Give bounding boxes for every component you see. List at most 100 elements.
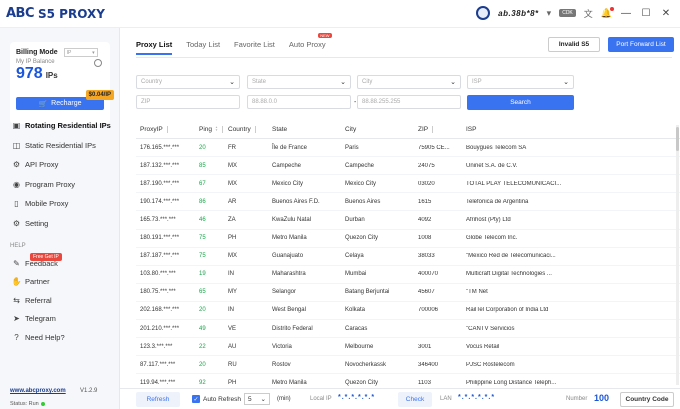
cell-ping: 65: [199, 289, 206, 296]
feedback-icon: ✎: [13, 258, 20, 268]
table-row[interactable]: 87.117.***.*** 20 RU Rostov Novocherkassk 346…: [136, 356, 680, 375]
cell-state: Metro Manila: [272, 235, 307, 242]
billing-mode-select[interactable]: IP ▾: [63, 48, 98, 57]
cell-state: Rostov: [272, 361, 291, 368]
tab-favorite-list[interactable]: Favorite List: [234, 40, 275, 55]
table-row[interactable]: 165.73.***.*** 46 ZA KwaZulu Natal Durban 409…: [136, 211, 680, 230]
col-ping[interactable]: Ping ▲ ▼: [199, 125, 228, 134]
country-placeholder: Country: [141, 79, 163, 85]
chevron-down-icon[interactable]: ▾: [547, 8, 552, 19]
table-row[interactable]: 187.187.***.*** 75 MX Guanajuato Celaya 38033…: [136, 248, 680, 266]
table-row[interactable]: 187.190.***.*** 67 MX Mexico City Mexico Cit…: [136, 175, 680, 194]
ip-to-input[interactable]: 88.88.255.255: [357, 95, 461, 109]
column-label: Ping: [199, 126, 213, 134]
cell-city: Buenos Aires: [345, 198, 381, 205]
status-text: Status: Run: [10, 401, 39, 407]
interval-select[interactable]: 5 ⌄: [244, 393, 270, 405]
close-icon[interactable]: ✕: [660, 8, 672, 19]
sidebar-item-static-residential[interactable]: ◫ Static Residential IPs: [0, 136, 120, 156]
sidebar-item-setting[interactable]: ⚙ Setting: [0, 214, 120, 234]
table-row[interactable]: 123.3.***.*** 22 AU Victoria Melbourne 3001 Vo…: [136, 338, 680, 357]
col-country[interactable]: Country: [228, 125, 272, 133]
col-zip[interactable]: ZIP: [418, 125, 462, 133]
table-row[interactable]: 187.132.***.*** 85 MX Campeche Campeche 24075…: [136, 157, 680, 176]
table-scrollbar[interactable]: [676, 125, 679, 385]
lan-value: *.*.*.*.*.*: [458, 394, 496, 401]
tab-today-list[interactable]: Today List: [186, 40, 220, 55]
sort-icon[interactable]: ▲ ▼: [215, 126, 218, 132]
table-row[interactable]: 180.191.***.*** 75 PH Metro Manila Quezon Ci…: [136, 230, 680, 248]
sidebar-item-partner[interactable]: ✋ Partner: [0, 273, 120, 292]
sidebar-item-api-proxy[interactable]: ⚙ API Proxy: [0, 155, 120, 175]
billing-mode-label: Billing Mode: [16, 49, 58, 56]
city-select[interactable]: City ⌄: [357, 75, 461, 89]
interval-value: 5: [248, 395, 252, 403]
invalid-s5-button[interactable]: Invalid S5: [548, 37, 600, 52]
city-placeholder: City: [362, 79, 373, 85]
bell-icon[interactable]: 🔔: [601, 6, 614, 19]
cell-country: AU: [228, 343, 237, 350]
number-label: Number: [566, 396, 588, 402]
zip-input[interactable]: ZIP: [136, 95, 240, 109]
country-code-button[interactable]: Country Code: [620, 392, 674, 407]
site-link[interactable]: www.abcproxy.com: [10, 388, 66, 394]
isp-placeholder: ISP: [472, 79, 482, 85]
username[interactable]: ab.38b*8*: [498, 9, 539, 18]
col-state[interactable]: State: [272, 126, 345, 133]
local-ip-label: Local IP: [310, 396, 332, 402]
language-icon[interactable]: 文: [584, 7, 593, 20]
minimize-icon[interactable]: —: [620, 8, 632, 19]
col-proxyip[interactable]: ProxyIP: [136, 125, 199, 133]
table-row[interactable]: 176.165.***.*** 20 FR Île de France Paris 759…: [136, 139, 680, 158]
cell-isp: "CANTV Servicios: [466, 325, 515, 332]
checkbox-checked-icon[interactable]: ✓: [192, 395, 200, 403]
cell-state: Buenos Aires F.D.: [272, 198, 320, 205]
sidebar-item-label: API Proxy: [25, 160, 59, 170]
avatar[interactable]: [476, 6, 491, 20]
col-isp[interactable]: ISP: [462, 126, 566, 133]
cell-isp: Telefonica de Argentina: [466, 198, 529, 205]
maximize-icon[interactable]: ☐: [640, 8, 652, 19]
isp-select[interactable]: ISP ⌄: [467, 75, 574, 89]
tab-divider: [136, 57, 672, 58]
cell-ping: 20: [199, 361, 206, 368]
column-divider: [166, 125, 168, 133]
sidebar-item-program-proxy[interactable]: ◉ Program Proxy: [0, 175, 120, 195]
table-row[interactable]: 190.174.***.*** 86 AR Buenos Aires F.D. Buen…: [136, 193, 680, 212]
port-forward-list-button[interactable]: Port Forward List: [608, 37, 674, 52]
tab-proxy-list[interactable]: Proxy List: [136, 40, 173, 55]
table-row[interactable]: 202.168.***.*** 20 IN West Bengal Kolkata 700…: [136, 302, 680, 321]
check-button[interactable]: Check: [398, 392, 432, 407]
auto-refresh-toggle[interactable]: ✓ Auto Refresh: [192, 395, 241, 403]
sidebar-item-need-help[interactable]: ? Need Help?: [0, 328, 120, 347]
search-button[interactable]: Search: [467, 95, 574, 110]
zip-placeholder: ZIP: [141, 99, 151, 105]
cell-zip: 24075: [418, 162, 435, 169]
refresh-icon[interactable]: [94, 59, 102, 67]
refresh-button[interactable]: Refresh: [136, 392, 180, 407]
mobile-icon: ▯: [14, 199, 19, 209]
chevron-down-icon: ⌄: [229, 79, 235, 86]
ip-from-input[interactable]: 88.88.0.0: [247, 95, 351, 109]
sidebar-item-mobile-proxy[interactable]: ▯ Mobile Proxy: [0, 194, 120, 214]
table-row[interactable]: 180.75.***.*** 65 MY Selangor Batang Berjunt…: [136, 284, 680, 302]
country-select[interactable]: Country ⌄: [136, 75, 240, 89]
sidebar-item-telegram[interactable]: ➤ Telegram: [0, 310, 120, 329]
cell-city: Quezon City: [345, 379, 379, 386]
sidebar-item-rotating-residential[interactable]: ▣ Rotating Residential IPs: [0, 116, 120, 136]
table-row[interactable]: 201.210.***.*** 49 VE Distrito Federal Carac…: [136, 320, 680, 339]
free-get-ip-badge[interactable]: Free Get IP: [30, 253, 62, 261]
state-select[interactable]: State ⌄: [247, 75, 351, 89]
billing-mode-value: IP: [66, 49, 72, 56]
help-icon: ?: [14, 332, 19, 342]
cell-zip: 03020: [418, 180, 435, 187]
sidebar-item-referral[interactable]: ⇆ Referral: [0, 291, 120, 310]
referral-icon: ⇆: [13, 295, 20, 305]
cdk-badge[interactable]: CDK: [559, 9, 576, 17]
table-row[interactable]: 103.80.***.*** 19 IN Maharashtra Mumbai 40007…: [136, 266, 680, 284]
billing-card: Billing Mode IP ▾ My IP Balance 978 IPs …: [10, 42, 114, 124]
col-city[interactable]: City: [345, 126, 418, 133]
tab-auto-proxy[interactable]: Auto Proxy NEW: [289, 33, 332, 55]
cell-ping: 67: [199, 180, 206, 187]
scrollbar-thumb[interactable]: [676, 127, 679, 151]
